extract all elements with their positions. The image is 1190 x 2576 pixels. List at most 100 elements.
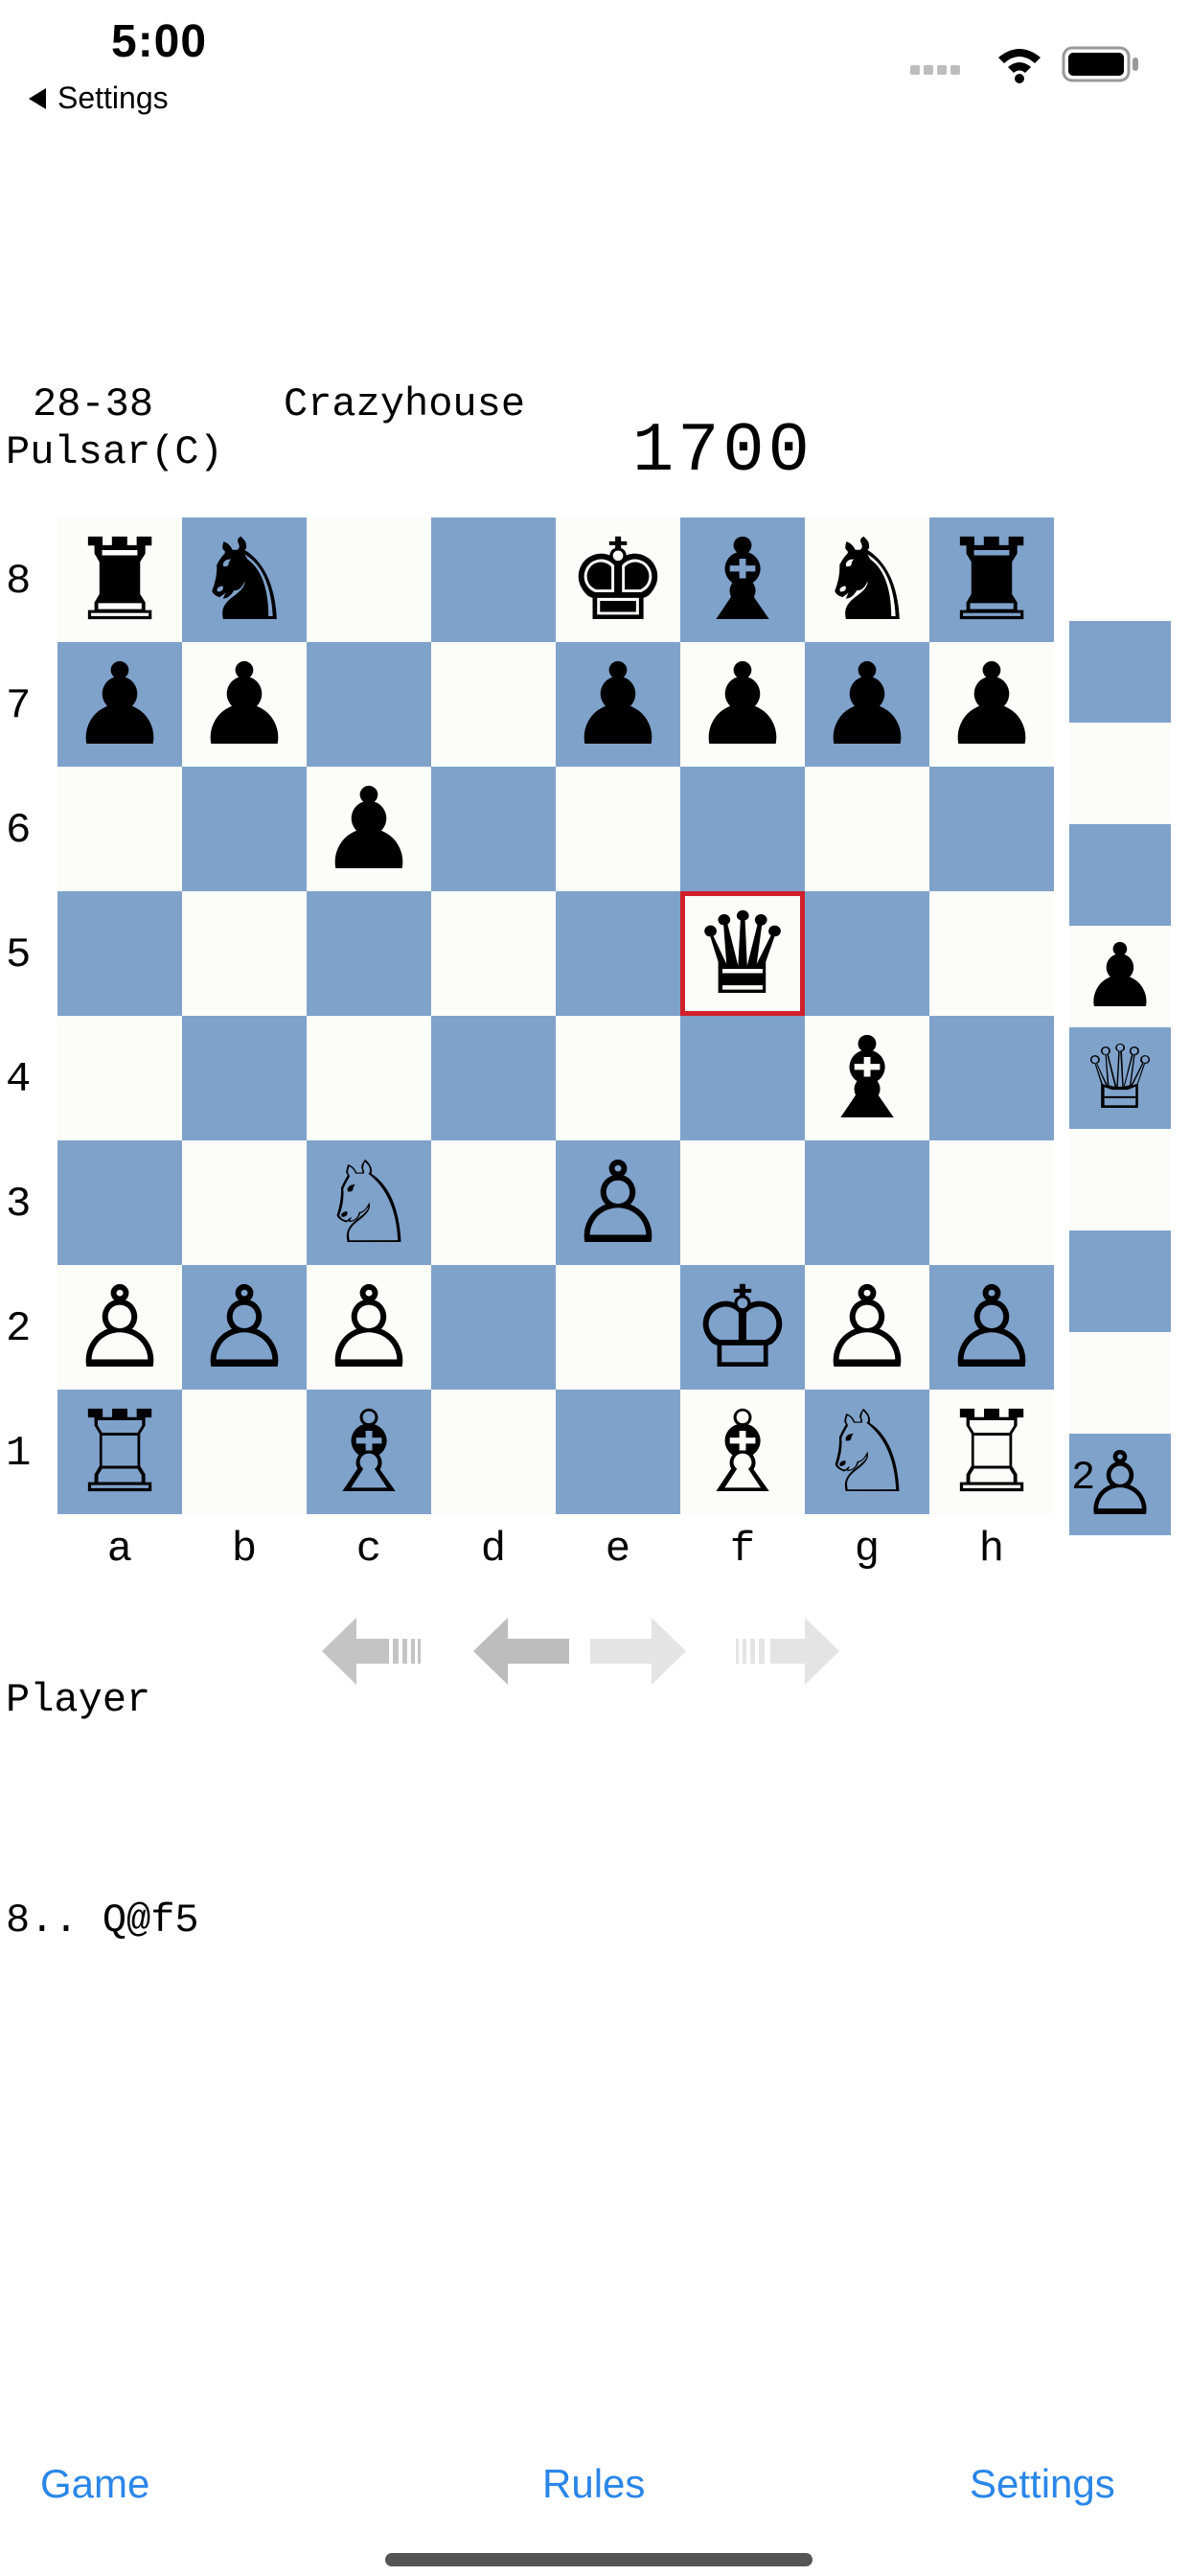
square-a5[interactable] [57, 891, 182, 1016]
black-bishop-piece[interactable]: ♝ [680, 523, 805, 636]
square-g4[interactable]: ♝ [805, 1016, 929, 1140]
square-f3[interactable] [680, 1140, 805, 1265]
chess-board[interactable]: ♜ ♞ ♚ ♝ ♞ ♜ ♟ ♟ ♟ ♟ ♟ ♟ ♟ ♛ ♝ ♘ ♙ ♙ ♙ ♙ ♔ ♙ ♙ ♖ ♗ ♗ ♘ ♖ [57, 518, 1054, 1514]
game-button[interactable]: Game [40, 2461, 149, 2507]
white-pawn-piece[interactable]: ♙ [307, 1271, 431, 1384]
square-e8[interactable]: ♚ [556, 518, 680, 642]
first-move-arrow-icon[interactable] [322, 1618, 427, 1685]
black-pawn-piece[interactable]: ♟ [556, 648, 680, 761]
white-pawn-piece[interactable]: ♙ [556, 1146, 680, 1259]
square-f1[interactable]: ♗ [680, 1390, 805, 1514]
square-h1[interactable]: ♖ [929, 1390, 1054, 1514]
black-pawn-piece[interactable]: ♟ [307, 772, 431, 886]
square-d6[interactable] [431, 767, 556, 891]
square-h5[interactable] [929, 891, 1054, 1016]
square-h7[interactable]: ♟ [929, 642, 1054, 767]
square-e7[interactable]: ♟ [556, 642, 680, 767]
square-b3[interactable] [182, 1140, 307, 1265]
square-a7[interactable]: ♟ [57, 642, 182, 767]
black-knight-piece[interactable]: ♞ [182, 523, 307, 636]
square-f5[interactable]: ♛ [680, 891, 805, 1016]
square-c4[interactable] [307, 1016, 431, 1140]
square-b4[interactable] [182, 1016, 307, 1140]
square-a2[interactable]: ♙ [57, 1265, 182, 1390]
square-a4[interactable] [57, 1016, 182, 1140]
white-pawn-piece[interactable]: ♙ [57, 1271, 182, 1384]
square-g6[interactable] [805, 767, 929, 891]
settings-button[interactable]: Settings [970, 2461, 1115, 2507]
square-b5[interactable] [182, 891, 307, 1016]
square-e2[interactable] [556, 1265, 680, 1390]
black-knight-piece[interactable]: ♞ [805, 523, 929, 636]
black-pawn-piece[interactable]: ♟ [805, 648, 929, 761]
square-h4[interactable] [929, 1016, 1054, 1140]
white-pawn-piece[interactable]: ♙ [182, 1271, 307, 1384]
square-c7[interactable] [307, 642, 431, 767]
square-c6[interactable]: ♟ [307, 767, 431, 891]
square-h3[interactable] [929, 1140, 1054, 1265]
square-g3[interactable] [805, 1140, 929, 1265]
white-king-piece[interactable]: ♔ [680, 1271, 805, 1384]
square-h2[interactable]: ♙ [929, 1265, 1054, 1390]
black-pawn-piece[interactable]: ♟ [182, 648, 307, 761]
square-d4[interactable] [431, 1016, 556, 1140]
square-d8[interactable] [431, 518, 556, 642]
white-pawn-piece[interactable]: ♙ [929, 1271, 1054, 1384]
square-e1[interactable] [556, 1390, 680, 1514]
square-d1[interactable] [431, 1390, 556, 1514]
square-g5[interactable] [805, 891, 929, 1016]
square-f4[interactable] [680, 1016, 805, 1140]
white-bishop-piece[interactable]: ♗ [680, 1395, 805, 1508]
white-rook-piece[interactable]: ♖ [57, 1395, 182, 1508]
square-e6[interactable] [556, 767, 680, 891]
square-c2[interactable]: ♙ [307, 1265, 431, 1390]
square-h8[interactable]: ♜ [929, 518, 1054, 642]
black-king-piece[interactable]: ♚ [556, 523, 680, 636]
square-f6[interactable] [680, 767, 805, 891]
square-d2[interactable] [431, 1265, 556, 1390]
square-b6[interactable] [182, 767, 307, 891]
rules-button[interactable]: Rules [542, 2461, 645, 2507]
pocket-black-pawn[interactable]: ♟ [1069, 926, 1171, 1027]
white-knight-piece[interactable]: ♘ [307, 1146, 431, 1259]
square-f8[interactable]: ♝ [680, 518, 805, 642]
black-queen-piece[interactable]: ♛ [680, 897, 805, 1010]
square-a1[interactable]: ♖ [57, 1390, 182, 1514]
square-b2[interactable]: ♙ [182, 1265, 307, 1390]
square-h6[interactable] [929, 767, 1054, 891]
square-d3[interactable] [431, 1140, 556, 1265]
square-e3[interactable]: ♙ [556, 1140, 680, 1265]
black-pawn-piece[interactable]: ♟ [680, 648, 805, 761]
white-bishop-piece[interactable]: ♗ [307, 1395, 431, 1508]
last-move-arrow-icon[interactable] [734, 1618, 839, 1685]
square-e4[interactable] [556, 1016, 680, 1140]
square-c1[interactable]: ♗ [307, 1390, 431, 1514]
black-pawn-piece[interactable]: ♟ [929, 648, 1054, 761]
black-rook-piece[interactable]: ♜ [929, 523, 1054, 636]
square-g2[interactable]: ♙ [805, 1265, 929, 1390]
black-rook-piece[interactable]: ♜ [57, 523, 182, 636]
square-a3[interactable] [57, 1140, 182, 1265]
pocket-white-queen[interactable]: ♕ [1069, 1027, 1171, 1129]
square-g1[interactable]: ♘ [805, 1390, 929, 1514]
back-to-settings-link[interactable]: Settings [29, 80, 169, 116]
square-d5[interactable] [431, 891, 556, 1016]
square-e5[interactable] [556, 891, 680, 1016]
square-g8[interactable]: ♞ [805, 518, 929, 642]
square-c3[interactable]: ♘ [307, 1140, 431, 1265]
square-f7[interactable]: ♟ [680, 642, 805, 767]
next-move-arrow-icon[interactable] [581, 1618, 686, 1685]
square-d7[interactable] [431, 642, 556, 767]
home-indicator[interactable] [385, 2553, 812, 2566]
square-f2[interactable]: ♔ [680, 1265, 805, 1390]
white-rook-piece[interactable]: ♖ [929, 1395, 1054, 1508]
square-a6[interactable] [57, 767, 182, 891]
prev-move-arrow-icon[interactable] [473, 1618, 579, 1685]
square-g7[interactable]: ♟ [805, 642, 929, 767]
square-b1[interactable] [182, 1390, 307, 1514]
black-pawn-piece[interactable]: ♟ [57, 648, 182, 761]
square-c8[interactable] [307, 518, 431, 642]
square-c5[interactable] [307, 891, 431, 1016]
square-b8[interactable]: ♞ [182, 518, 307, 642]
square-b7[interactable]: ♟ [182, 642, 307, 767]
